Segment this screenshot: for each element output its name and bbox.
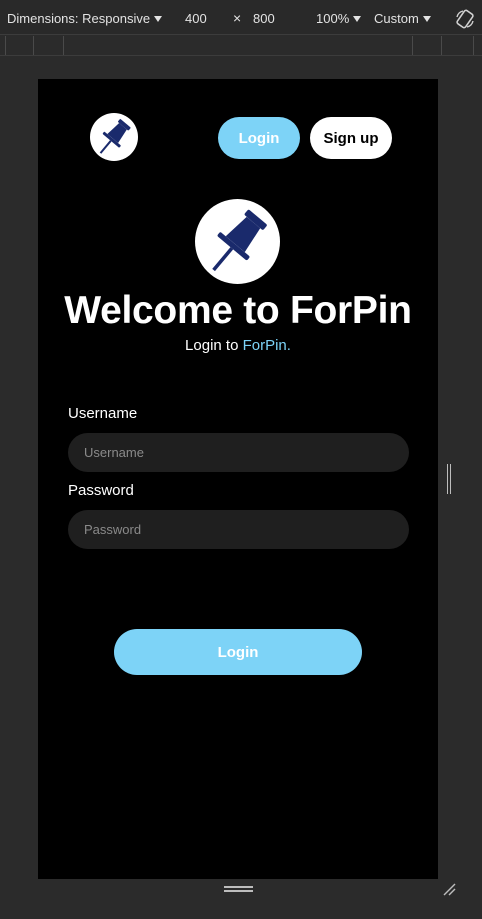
throttle-dropdown[interactable]: Custom [374,11,431,26]
subtitle-text: Login to [185,337,243,354]
caret-down-icon [154,16,163,22]
device-viewport: Login Sign up Welcome to ForPin Login to… [38,79,438,879]
pushpin-icon [99,119,131,154]
media-query-ruler[interactable] [0,36,482,56]
dimensions-dropdown[interactable]: Dimensions: Responsive [7,11,163,26]
side-resize-handle[interactable] [446,464,452,494]
page-subtitle: Login to ForPin. [38,337,438,354]
throttle-label: Custom [374,11,419,26]
rotate-icon[interactable] [454,8,476,30]
dimensions-label: Dimensions: Responsive [7,11,151,26]
username-input[interactable] [68,433,409,472]
login-submit-button[interactable]: Login [114,629,362,675]
caret-down-icon [422,16,431,22]
width-input[interactable]: 400 [185,11,207,26]
password-input[interactable] [68,510,409,549]
username-label: Username [68,405,138,422]
page-title: Welcome to ForPin [64,289,412,332]
devtools-toolbar: Dimensions: Responsive 400 × 800 100% Cu… [0,0,482,35]
resize-handle-icon[interactable] [442,882,456,896]
password-label: Password [68,482,134,499]
nav-logo[interactable] [90,113,138,161]
height-input[interactable]: 800 [253,11,275,26]
caret-down-icon [353,16,362,22]
times-sign: × [233,10,242,26]
zoom-dropdown[interactable]: 100% [316,11,362,26]
subtitle-brand: ForPin. [242,337,291,354]
zoom-label: 100% [316,11,350,26]
hero-logo [195,199,280,284]
nav-login-button[interactable]: Login [218,117,300,159]
nav-signup-button[interactable]: Sign up [310,117,392,159]
pushpin-icon [212,209,267,272]
bottom-resize-handle[interactable] [224,885,253,893]
